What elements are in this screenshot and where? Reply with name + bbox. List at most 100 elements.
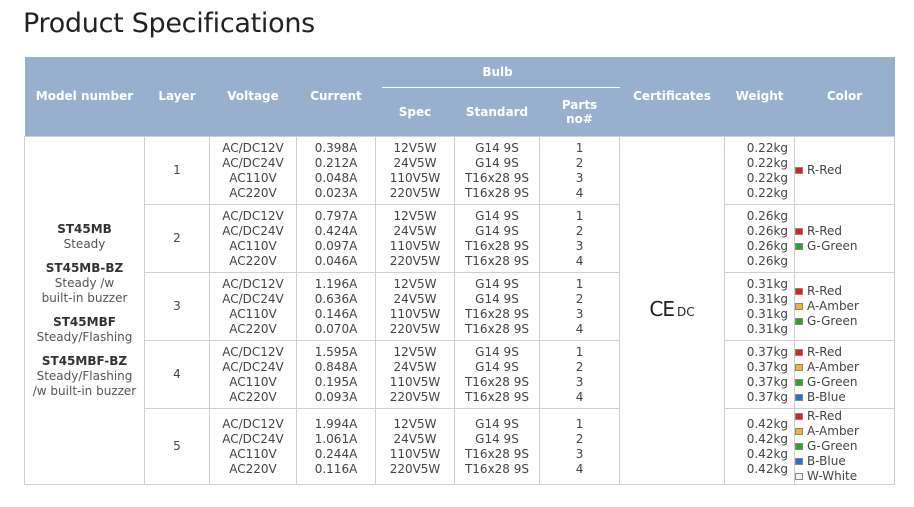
color-swatch-icon <box>795 443 804 450</box>
weight-value: 0.26kg <box>746 253 789 268</box>
parts-no-value: 4 <box>575 389 584 404</box>
model-description: Steady/Flashing <box>36 330 133 344</box>
parts-no-value: 1 <box>575 276 584 291</box>
model-description: /w built-in buzzer <box>32 384 137 398</box>
color-swatch-icon <box>795 458 804 465</box>
bulb-standard-value: G14 9S <box>475 431 519 446</box>
bulb-standard-value: T16x28 9S <box>464 238 530 253</box>
color-label: R-Red <box>807 284 843 298</box>
voltage-value: AC110V <box>229 446 277 461</box>
color-cell: R-Red A-Amber G-Green B-Blue W-White <box>794 408 896 485</box>
current-value: 0.046A <box>314 253 358 268</box>
header-parts-line1: Parts <box>561 98 598 112</box>
voltage-value: AC220V <box>229 321 277 336</box>
ce-mark-icon: CE <box>649 296 675 321</box>
layer-cell: 5 <box>144 408 210 485</box>
header-spec: Spec <box>375 88 455 137</box>
page-title: Product Specifications <box>23 8 315 39</box>
parts-no-value: 3 <box>575 446 584 461</box>
current-value: 0.146A <box>314 306 358 321</box>
voltage-cell: AC/DC12V AC/DC24V AC110V AC220V <box>209 136 297 205</box>
model-description: Steady <box>63 237 106 251</box>
color-cell: R-Red A-Amber G-Green <box>794 272 896 341</box>
bulb-spec-value: 220V5W <box>389 253 441 268</box>
color-item: R-Red <box>795 409 894 424</box>
bulb-spec-value: 110V5W <box>389 170 441 185</box>
color-label: R-Red <box>807 344 843 359</box>
color-cell: R-Red <box>794 136 896 205</box>
voltage-value: AC220V <box>229 253 277 268</box>
voltage-cell: AC/DC12V AC/DC24V AC110V AC220V <box>209 408 297 485</box>
bulb-standard-cell: G14 9S G14 9S T16x28 9S T16x28 9S <box>454 204 540 273</box>
bulb-standard-value: T16x28 9S <box>464 170 530 185</box>
parts-no-value: 2 <box>575 291 584 306</box>
bulb-spec-value: 12V5W <box>393 140 437 155</box>
parts-no-value: 4 <box>575 461 584 476</box>
color-label: B-Blue <box>807 454 846 468</box>
color-item: R-Red <box>795 163 894 178</box>
color-swatch-icon <box>795 227 804 235</box>
color-swatch-icon <box>795 428 804 435</box>
bulb-standard-cell: G14 9S G14 9S T16x28 9S T16x28 9S <box>454 272 540 341</box>
bulb-spec-value: 24V5W <box>393 431 437 446</box>
weight-value: 0.42kg <box>746 431 789 446</box>
color-cell: R-Red A-Amber G-Green B-Blue <box>794 340 896 409</box>
weight-value: 0.42kg <box>746 461 789 476</box>
weight-cell: 0.31kg 0.31kg 0.31kg 0.31kg <box>724 272 796 341</box>
layer-cell: 2 <box>144 204 210 273</box>
bulb-spec-value: 220V5W <box>389 461 441 476</box>
bulb-spec-cell: 12V5W 24V5W 110V5W 220V5W <box>375 408 455 485</box>
header-certificates: Certificates <box>619 57 725 137</box>
parts-no-value: 3 <box>575 374 584 389</box>
current-value: 0.048A <box>314 170 358 185</box>
parts-no-value: 2 <box>575 223 584 238</box>
parts-no-value: 1 <box>575 416 584 431</box>
parts-no-cell: 1234 <box>538 272 621 341</box>
color-label: G-Green <box>807 238 858 253</box>
weight-value: 0.26kg <box>746 238 789 253</box>
current-value: 0.424A <box>314 223 358 238</box>
color-item: G-Green <box>795 439 894 454</box>
bulb-standard-value: T16x28 9S <box>464 321 530 336</box>
voltage-cell: AC/DC12V AC/DC24V AC110V AC220V <box>209 204 297 273</box>
bulb-spec-value: 110V5W <box>389 446 441 461</box>
color-cell: R-Red G-Green <box>794 204 896 273</box>
header-bulb-label: Bulb <box>482 65 513 79</box>
color-swatch-icon <box>795 318 804 325</box>
weight-value: 0.42kg <box>746 416 789 431</box>
bulb-spec-value: 24V5W <box>393 291 437 306</box>
bulb-standard-value: G14 9S <box>475 155 519 170</box>
current-value: 1.196A <box>314 276 358 291</box>
color-label: B-Blue <box>807 389 846 404</box>
current-value: 0.797A <box>314 208 358 223</box>
color-item: B-Blue <box>795 454 894 469</box>
color-swatch-icon <box>795 393 804 401</box>
weight-value: 0.31kg <box>746 306 789 321</box>
parts-no-value: 3 <box>575 238 584 253</box>
color-item: A-Amber <box>795 299 894 314</box>
color-swatch-icon <box>795 242 804 250</box>
color-item: R-Red <box>795 224 894 239</box>
current-value: 0.244A <box>314 446 358 461</box>
bulb-standard-value: G14 9S <box>475 416 519 431</box>
parts-no-value: 2 <box>575 431 584 446</box>
bulb-standard-value: T16x28 9S <box>464 446 530 461</box>
parts-no-value: 1 <box>575 140 584 155</box>
model-name: ST45MBF <box>53 315 116 329</box>
weight-value: 0.26kg <box>746 208 789 223</box>
bulb-spec-cell: 12V5W 24V5W 110V5W 220V5W <box>375 136 455 205</box>
current-value: 0.023A <box>314 185 358 200</box>
model-description: Steady /w <box>54 276 115 290</box>
bulb-spec-cell: 12V5W 24V5W 110V5W 220V5W <box>375 272 455 341</box>
color-label: W-White <box>807 469 858 483</box>
color-swatch-icon <box>795 348 804 356</box>
certificates-cell: CE DC <box>619 136 726 485</box>
table-body: ST45MB Steady ST45MB-BZ Steady /w built-in b… <box>24 136 896 485</box>
header-bulb-divider <box>381 87 620 88</box>
color-swatch-icon <box>795 378 804 386</box>
voltage-value: AC110V <box>229 374 277 389</box>
color-label: A-Amber <box>807 424 859 438</box>
color-swatch-icon <box>795 363 804 371</box>
current-cell: 1.595A 0.848A 0.195A 0.093A <box>296 340 376 409</box>
bulb-standard-value: T16x28 9S <box>464 374 530 389</box>
